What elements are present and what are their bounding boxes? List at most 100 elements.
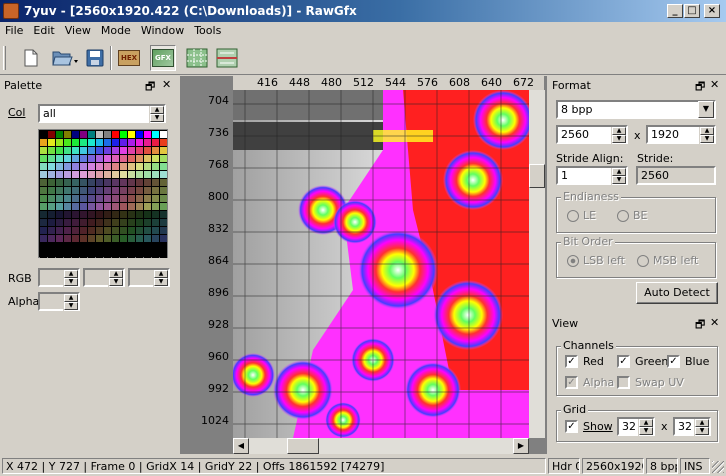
close-icon[interactable]: ✕	[162, 78, 171, 91]
palette-swatch[interactable]	[160, 139, 167, 146]
palette-swatch[interactable]	[64, 171, 71, 178]
blue-checkbox[interactable]: ✓	[667, 355, 680, 368]
image-canvas[interactable]	[233, 90, 529, 438]
palette-swatch[interactable]	[112, 203, 119, 210]
palette-swatch[interactable]	[96, 219, 103, 226]
palette-swatch[interactable]	[144, 235, 151, 242]
palette-swatch[interactable]	[48, 163, 55, 170]
float-icon[interactable]: 🗗	[145, 78, 155, 97]
palette-swatch[interactable]	[96, 131, 103, 138]
toolbar-grip[interactable]	[3, 46, 6, 70]
be-radio[interactable]	[617, 210, 629, 222]
palette-swatch[interactable]	[80, 131, 87, 138]
palette-swatch[interactable]	[56, 187, 63, 194]
palette-swatch[interactable]	[160, 243, 167, 250]
palette-swatch[interactable]	[64, 147, 71, 154]
palette-swatch[interactable]	[40, 251, 47, 258]
palette-swatch[interactable]	[136, 187, 143, 194]
alpha-value-field[interactable]: ▲ ▼	[38, 292, 80, 311]
palette-swatch[interactable]	[88, 195, 95, 202]
palette-swatch[interactable]	[160, 251, 167, 258]
palette-swatch[interactable]	[104, 139, 111, 146]
palette-swatch[interactable]	[72, 211, 79, 218]
palette-swatch[interactable]	[40, 131, 47, 138]
palette-swatch[interactable]	[144, 155, 151, 162]
palette-swatch[interactable]	[136, 131, 143, 138]
palette-swatch[interactable]	[48, 187, 55, 194]
palette-swatch[interactable]	[152, 195, 159, 202]
palette-swatch[interactable]	[120, 131, 127, 138]
palette-swatch[interactable]	[128, 155, 135, 162]
palette-swatch[interactable]	[96, 195, 103, 202]
palette-swatch[interactable]	[120, 187, 127, 194]
palette-swatch[interactable]	[88, 187, 95, 194]
palette-swatch[interactable]	[80, 211, 87, 218]
palette-swatch[interactable]	[128, 203, 135, 210]
palette-swatch[interactable]	[48, 251, 55, 258]
palette-swatch[interactable]	[80, 179, 87, 186]
palette-swatch[interactable]	[104, 219, 111, 226]
palette-swatch[interactable]	[88, 179, 95, 186]
palette-swatch[interactable]	[128, 179, 135, 186]
palette-swatch[interactable]	[96, 139, 103, 146]
palette-swatch[interactable]	[144, 131, 151, 138]
palette-swatch[interactable]	[80, 147, 87, 154]
palette-swatch[interactable]	[72, 147, 79, 154]
width-field[interactable]: 2560 ▲ ▼	[556, 125, 628, 144]
palette-swatch[interactable]	[152, 171, 159, 178]
palette-swatch[interactable]	[160, 187, 167, 194]
palette-swatch[interactable]	[160, 163, 167, 170]
palette-swatch[interactable]	[136, 195, 143, 202]
spin-up-icon[interactable]: ▲	[64, 270, 78, 278]
spin-down-icon[interactable]: ▼	[109, 278, 123, 286]
palette-swatch[interactable]	[152, 203, 159, 210]
grid-x-field[interactable]: 32 ▲ ▼	[617, 417, 655, 436]
palette-swatch[interactable]	[72, 179, 79, 186]
hscroll-thumb[interactable]	[287, 438, 319, 454]
palette-swatch[interactable]	[96, 227, 103, 234]
palette-swatch[interactable]	[40, 187, 47, 194]
palette-swatch[interactable]	[104, 203, 111, 210]
palette-swatch[interactable]	[64, 227, 71, 234]
palette-swatch[interactable]	[80, 155, 87, 162]
bpp-select[interactable]: 8 bpp ▼	[556, 100, 716, 119]
palette-swatch[interactable]	[56, 147, 63, 154]
close-icon[interactable]: ✕	[710, 78, 719, 91]
palette-swatch[interactable]	[88, 131, 95, 138]
palette-swatch[interactable]	[72, 131, 79, 138]
menu-file[interactable]: File	[0, 22, 28, 37]
palette-swatch[interactable]	[112, 179, 119, 186]
palette-swatch[interactable]	[152, 211, 159, 218]
chevron-down-icon[interactable]: ▼	[698, 101, 714, 118]
palette-swatch[interactable]	[56, 155, 63, 162]
gfx-mode-button[interactable]: GFX	[150, 45, 176, 71]
palette-swatch[interactable]	[152, 139, 159, 146]
horizontal-scrollbar[interactable]: ◀ ▶	[233, 438, 529, 454]
palette-swatch[interactable]	[56, 195, 63, 202]
alpha-checkbox[interactable]: ✓	[565, 376, 578, 389]
palette-swatch[interactable]	[48, 195, 55, 202]
spin-up-icon[interactable]: ▲	[639, 419, 653, 427]
palette-swatch[interactable]	[56, 179, 63, 186]
auto-detect-button[interactable]: Auto Detect	[636, 282, 718, 304]
spin-down-icon[interactable]: ▼	[150, 114, 164, 122]
palette-swatch[interactable]	[80, 219, 87, 226]
palette-swatch[interactable]	[128, 251, 135, 258]
palette-swatch[interactable]	[56, 219, 63, 226]
palette-swatch[interactable]	[72, 195, 79, 202]
scroll-left-icon[interactable]: ◀	[233, 438, 249, 454]
palette-swatch[interactable]	[56, 243, 63, 250]
float-icon[interactable]: 🗗	[695, 316, 705, 335]
palette-swatch[interactable]	[96, 155, 103, 162]
palette-swatch[interactable]	[128, 195, 135, 202]
palette-swatch[interactable]	[112, 227, 119, 234]
palette-swatch[interactable]	[136, 219, 143, 226]
palette-swatch[interactable]	[120, 163, 127, 170]
float-icon[interactable]: 🗗	[695, 78, 705, 97]
palette-swatch[interactable]	[80, 235, 87, 242]
spin-down-icon[interactable]: ▼	[64, 302, 78, 310]
palette-swatch[interactable]	[104, 243, 111, 250]
palette-swatch[interactable]	[120, 203, 127, 210]
palette-swatch[interactable]	[80, 243, 87, 250]
scroll-right-icon[interactable]: ▶	[513, 438, 529, 454]
